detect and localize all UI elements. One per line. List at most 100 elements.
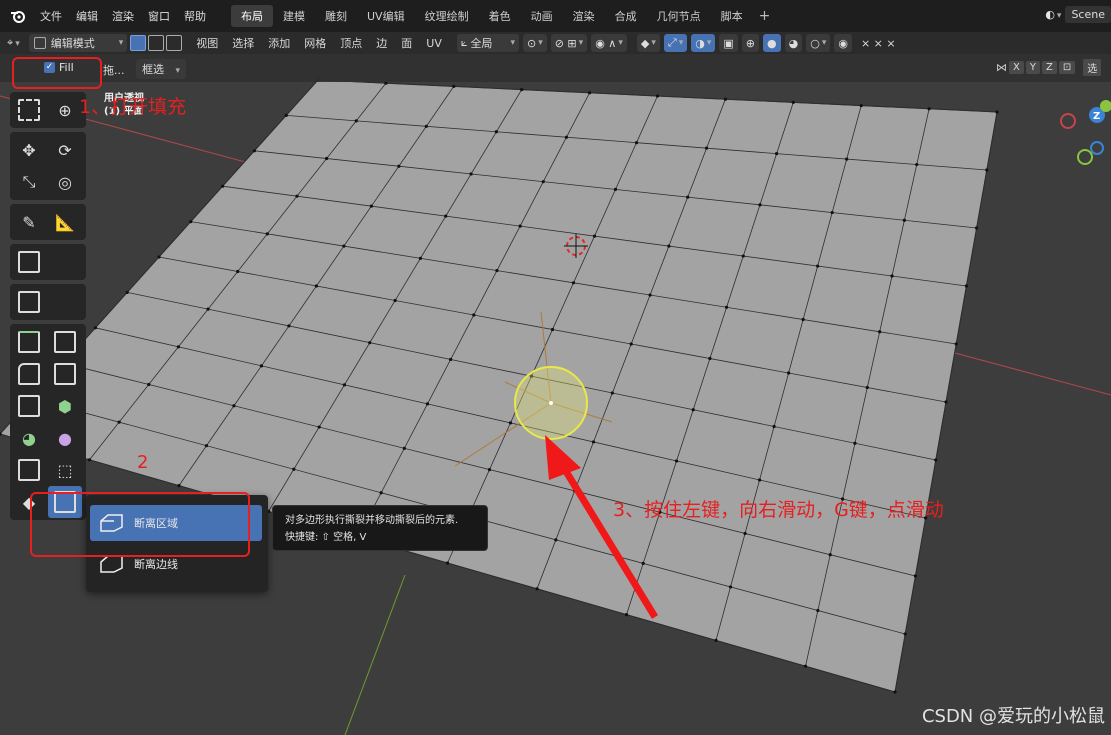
annotate-tool-icon[interactable]: ✎ [12,206,46,238]
xray-icon[interactable]: ▣ [719,34,738,52]
transform-tool-icon[interactable]: ◎ [48,166,82,198]
tab-shading[interactable]: 着色 [479,5,521,27]
cursor-tool-icon[interactable]: ⊕ [48,94,82,126]
mesh-vertex[interactable] [893,690,897,694]
mesh-vertex[interactable] [494,130,498,134]
mesh-vertex[interactable] [915,162,919,167]
mesh-vertex[interactable] [445,561,450,565]
mirror-icons[interactable]: ⨯ ⨯ ⨯ [854,37,903,50]
mesh-vertex[interactable] [592,234,597,238]
mesh-vertex[interactable] [252,149,256,153]
mesh-vertex[interactable] [535,587,539,591]
menu-mesh[interactable]: 网格 [297,35,333,51]
axis-z-button[interactable]: Z [1041,61,1057,74]
axis-y-button[interactable]: Y [1025,61,1040,74]
mesh-vertex[interactable] [913,574,918,578]
mesh-vertex[interactable] [816,608,820,613]
mesh-vertex[interactable] [325,156,329,161]
mesh-vertex[interactable] [830,210,834,215]
shading-solid-icon[interactable]: ● [762,34,781,52]
mesh-vertex[interactable] [287,324,291,328]
tab-rendering[interactable]: 渲染 [563,5,605,27]
mesh-vertex[interactable] [686,195,690,199]
tab-scripting[interactable]: 脚本 [711,5,753,27]
tab-texture-paint[interactable]: 纹理绘制 [415,5,479,27]
mesh-vertex[interactable] [354,119,358,123]
bevel-tool-icon[interactable] [12,358,46,390]
menu-add[interactable]: 添加 [261,35,297,51]
mesh-vertex[interactable] [157,255,161,259]
mesh-vertex[interactable] [741,254,745,258]
mesh-vertex[interactable] [704,146,709,150]
mesh-vertex[interactable] [828,553,832,557]
select-box-tool-icon[interactable] [12,94,46,126]
mesh-vertex[interactable] [801,317,805,322]
mesh-vertex[interactable] [708,356,712,361]
mesh-vertex[interactable] [728,585,733,589]
mesh-vertex[interactable] [87,458,92,462]
mesh-vertex[interactable] [397,164,401,168]
mesh-vertex[interactable] [550,327,555,332]
mesh-vertex[interactable] [259,364,264,368]
editor-type-icon[interactable]: ⌖ ▾ [0,36,27,50]
mesh-vertex[interactable] [236,269,240,274]
mesh-vertex[interactable] [444,214,448,218]
mesh-vertex[interactable] [787,371,791,375]
mesh-vertex[interactable] [588,91,592,95]
menu-render[interactable]: 渲染 [105,8,141,24]
menu-window[interactable]: 窗口 [141,8,177,24]
mesh-vertex[interactable] [449,357,453,362]
mesh-vertex[interactable] [342,383,347,387]
mesh-vertex[interactable] [634,141,639,145]
mesh-vertex[interactable] [284,113,288,117]
mesh-vertex[interactable] [667,244,671,248]
mesh-vertex[interactable] [772,424,776,429]
mesh-vertex[interactable] [425,402,430,406]
extrude-region-tool-icon[interactable] [12,286,46,318]
mesh-vertex[interactable] [177,484,181,488]
mesh-vertex[interactable] [495,268,499,273]
mesh-vertex[interactable] [368,341,372,345]
mesh-vertex[interactable] [204,444,209,448]
spin-tool-icon[interactable]: ◕ [12,422,46,454]
mesh-vertex[interactable] [610,391,614,395]
mesh-vertex[interactable] [564,135,569,139]
mesh-vertex[interactable] [903,632,907,636]
mesh-vertex[interactable] [954,342,958,346]
mesh-vertex[interactable] [469,172,473,176]
menu-edge[interactable]: 边 [369,35,394,51]
add-cube-tool-icon[interactable] [12,246,46,278]
mesh-vertex[interactable] [865,385,869,390]
menu-edit[interactable]: 编辑 [69,8,105,24]
mesh-vertex[interactable] [424,124,428,128]
mesh-vertex[interactable] [554,538,558,542]
axis-x-button[interactable]: X [1009,61,1024,74]
visibility-icon[interactable]: ◆ ▾ [636,34,660,52]
tab-compositing[interactable]: 合成 [605,5,647,27]
tab-uv-editing[interactable]: UV编辑 [357,5,415,27]
mesh-vertex[interactable] [758,203,762,207]
tab-animation[interactable]: 动画 [521,5,563,27]
mesh-vertex[interactable] [314,284,318,288]
navigation-gizmo[interactable]: Z [1050,96,1111,171]
mesh-vertex[interactable] [379,491,383,495]
tab-modeling[interactable]: 建模 [273,5,315,27]
mesh-vertex[interactable] [487,468,492,472]
mesh-vertex[interactable] [624,613,629,617]
mesh-vertex[interactable] [232,404,236,408]
move-tool-icon[interactable]: ✥ [12,134,46,166]
mesh-vertex[interactable] [674,459,679,463]
menu-uv[interactable]: UV [419,37,449,50]
menu-face[interactable]: 面 [394,35,419,51]
pivot-point-icon[interactable]: ⊙ ▾ [522,34,547,52]
extrude-tool-icon[interactable] [12,326,46,358]
mesh-vertex[interactable] [206,307,210,311]
mesh-vertex[interactable] [452,84,456,88]
menu-file[interactable]: 文件 [33,8,69,24]
face-select-icon[interactable] [166,35,183,51]
mesh-vertex[interactable] [571,281,576,285]
mesh-vertex[interactable] [342,244,346,248]
menu-vertex[interactable]: 顶点 [333,35,369,51]
transform-orientation[interactable]: ⟀ 全局 ▾ [456,34,519,52]
mesh-vertex[interactable] [934,458,938,462]
